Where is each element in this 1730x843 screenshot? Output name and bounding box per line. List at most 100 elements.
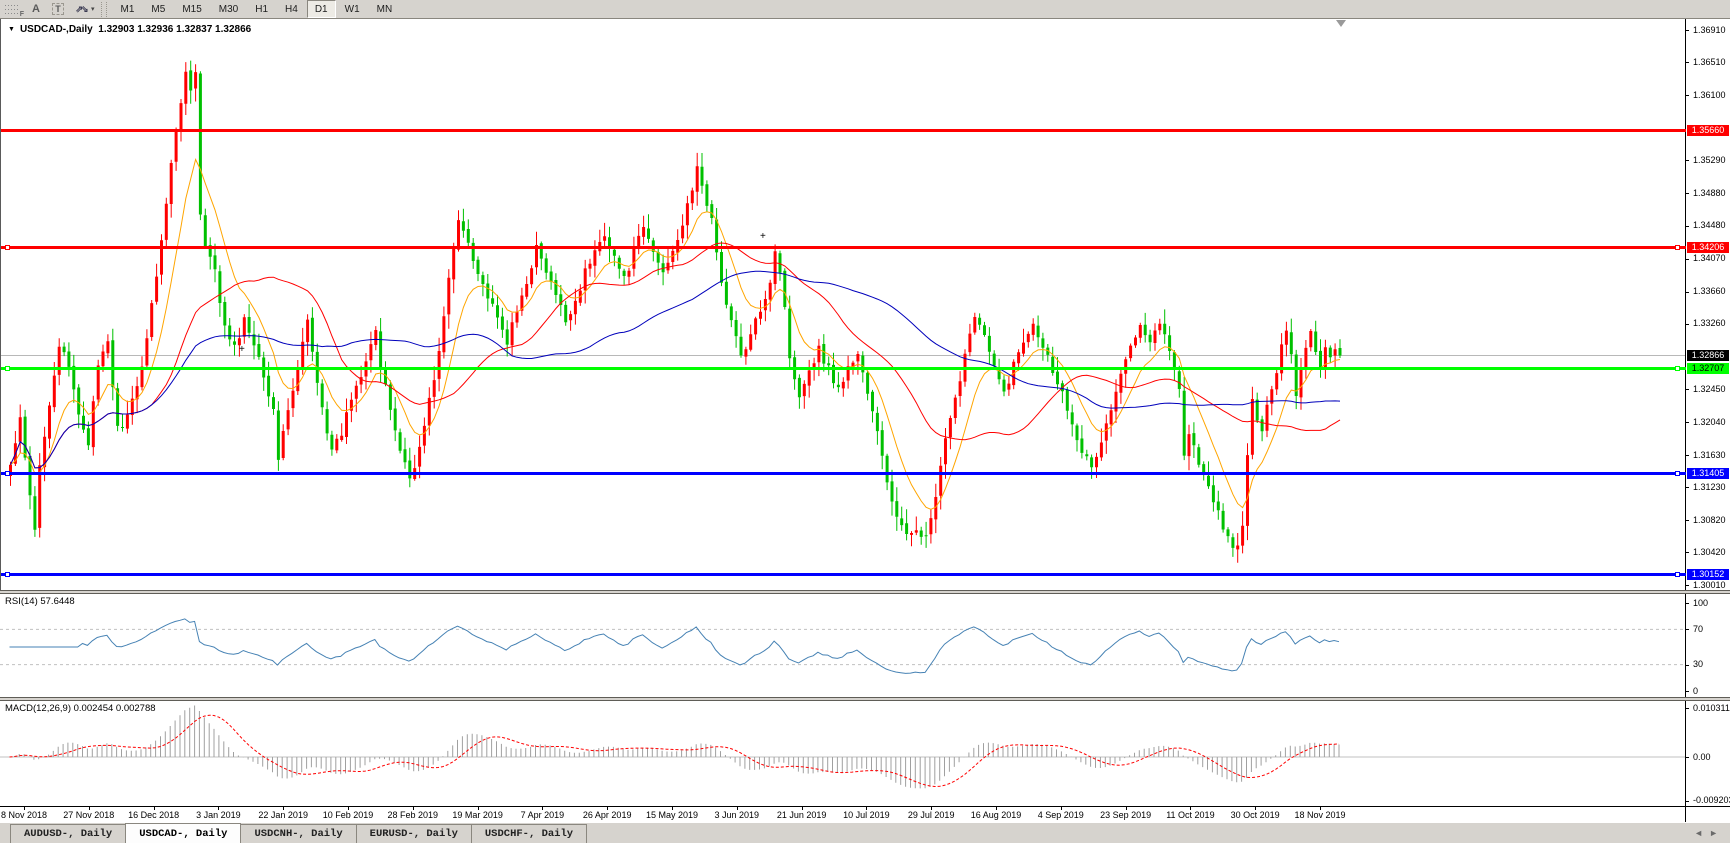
timeframe-button-m5[interactable]: M5 xyxy=(143,0,173,18)
rsi-panel: RSI(14) 57.6448 10070300 xyxy=(0,594,1730,697)
time-axis-label: 11 Oct 2019 xyxy=(1154,810,1226,820)
macd-tick xyxy=(1686,757,1689,758)
price-tick xyxy=(1686,62,1689,63)
macd-axis-label: 0.00 xyxy=(1693,753,1711,762)
time-axis-label: 7 Apr 2019 xyxy=(506,810,578,820)
rsi-axis-label: 70 xyxy=(1693,625,1703,634)
price-tick xyxy=(1686,259,1689,260)
chart-title: ▼USDCAD-,Daily 1.32903 1.32936 1.32837 1… xyxy=(8,24,251,35)
price-axis[interactable]: 1.36910 1.36510 1.36100 1.35290 1.34880 1.344… xyxy=(1685,19,1730,590)
price-axis-label: 1.33660 xyxy=(1693,287,1726,296)
time-axis-label: 16 Aug 2019 xyxy=(960,810,1032,820)
macd-axis[interactable]: 0.010311 0.00 -0.009203 xyxy=(1685,701,1730,806)
line-handle[interactable] xyxy=(1675,471,1680,476)
toolbar-grip[interactable] xyxy=(101,2,107,17)
rsi-tick xyxy=(1686,665,1689,666)
tab-scroll-right-icon[interactable]: ► xyxy=(1709,828,1724,838)
time-axis-label: 3 Jun 2019 xyxy=(701,810,773,820)
cross-marker-icon[interactable]: + xyxy=(239,346,245,354)
time-axis-label: 29 Jul 2019 xyxy=(895,810,967,820)
time-axis-label: 21 Jun 2019 xyxy=(766,810,838,820)
price-axis-label: 1.30420 xyxy=(1693,548,1726,557)
time-axis-label: 23 Sep 2019 xyxy=(1090,810,1162,820)
macd-axis-label: 0.010311 xyxy=(1693,704,1730,713)
timeframe-button-m30[interactable]: M30 xyxy=(211,0,246,18)
price-axis-label: 1.32450 xyxy=(1693,385,1726,394)
time-axis-label: 8 Nov 2018 xyxy=(0,810,60,820)
line-handle[interactable] xyxy=(1675,366,1680,371)
timeframe-button-h1[interactable]: H1 xyxy=(247,0,276,18)
time-axis-label: 22 Jan 2019 xyxy=(247,810,319,820)
macd-axis-label: -0.009203 xyxy=(1693,796,1730,805)
horizontal-level-line-1.31405[interactable] xyxy=(1,472,1686,475)
text-label-icon[interactable]: A xyxy=(25,2,47,17)
price-tick xyxy=(1686,193,1689,194)
price-axis-label: 1.30010 xyxy=(1693,581,1726,590)
cross-marker-icon[interactable]: + xyxy=(760,233,766,241)
line-handle[interactable] xyxy=(5,245,10,250)
line-handle[interactable] xyxy=(5,572,10,577)
time-axis-label: 18 Nov 2019 xyxy=(1284,810,1356,820)
price-tick xyxy=(1686,292,1689,293)
time-axis-label: 10 Feb 2019 xyxy=(312,810,384,820)
price-axis-label: 1.36910 xyxy=(1693,26,1726,35)
time-axis[interactable]: 8 Nov 201827 Nov 201816 Dec 20183 Jan 20… xyxy=(0,806,1730,822)
horizontal-level-line-1.30152[interactable] xyxy=(1,573,1686,576)
arrows-icon[interactable]: ⇗⇘ xyxy=(69,2,93,17)
timeframe-button-m15[interactable]: M15 xyxy=(174,0,209,18)
horizontal-level-line-1.32707[interactable] xyxy=(1,367,1686,370)
timeframe-button-mn[interactable]: MN xyxy=(369,0,401,18)
timeframe-button-h4[interactable]: H4 xyxy=(277,0,306,18)
macd-canvas xyxy=(0,701,1686,806)
price-axis-label: 1.34880 xyxy=(1693,189,1726,198)
macd-tick xyxy=(1686,708,1689,709)
horizontal-level-line-1.34206[interactable] xyxy=(1,246,1686,249)
macd-tick xyxy=(1686,801,1689,802)
fibonacci-icon[interactable]: F xyxy=(3,2,25,17)
price-axis-label: 1.35290 xyxy=(1693,156,1726,165)
symbol-collapse-icon[interactable]: ▼ xyxy=(8,26,15,33)
price-tick xyxy=(1686,30,1689,31)
price-tick xyxy=(1686,389,1689,390)
line-handle[interactable] xyxy=(5,471,10,476)
chart-shift-marker-icon[interactable] xyxy=(1336,20,1346,27)
timeframe-button-d1[interactable]: D1 xyxy=(307,0,336,18)
macd-panel: MACD(12,26,9) 0.002454 0.002788 0.010311… xyxy=(0,701,1730,806)
chart-tab-usdcad-daily[interactable]: USDCAD-, Daily xyxy=(125,823,241,843)
price-tick xyxy=(1686,455,1689,456)
level-price-badge: 1.30152 xyxy=(1687,569,1729,580)
price-axis-label: 1.34480 xyxy=(1693,221,1726,230)
timeframe-button-w1[interactable]: W1 xyxy=(337,0,368,18)
chart-tab-audusd-daily[interactable]: AUDUSD-, Daily xyxy=(10,824,126,843)
timeframe-button-m1[interactable]: M1 xyxy=(113,0,143,18)
price-tick xyxy=(1686,487,1689,488)
time-axis-label: 16 Dec 2018 xyxy=(118,810,190,820)
chart-tab-usdchf-daily[interactable]: USDCHF-, Daily xyxy=(471,824,587,843)
macd-plot[interactable]: MACD(12,26,9) 0.002454 0.002788 xyxy=(0,701,1686,806)
time-axis-corner xyxy=(1685,807,1730,822)
horizontal-level-line-1.35660[interactable] xyxy=(1,129,1686,132)
time-axis-label: 19 Mar 2019 xyxy=(442,810,514,820)
line-handle[interactable] xyxy=(1675,245,1680,250)
price-axis-label: 1.36100 xyxy=(1693,91,1726,100)
level-price-badge: 1.32707 xyxy=(1687,363,1729,374)
level-price-badge: 1.34206 xyxy=(1687,242,1729,253)
rsi-plot[interactable]: RSI(14) 57.6448 xyxy=(0,594,1686,697)
rsi-axis-label: 100 xyxy=(1693,599,1708,608)
main-chart-plot[interactable]: ▼USDCAD-,Daily 1.32903 1.32936 1.32837 1… xyxy=(1,19,1686,590)
chart-tab-usdcnh-daily[interactable]: USDCNH-, Daily xyxy=(240,824,356,843)
price-tick xyxy=(1686,552,1689,553)
tab-scroll-left-icon[interactable]: ◄ xyxy=(1694,828,1709,838)
line-handle[interactable] xyxy=(1675,572,1680,577)
price-axis-label: 1.36510 xyxy=(1693,58,1726,67)
price-axis-label: 1.33260 xyxy=(1693,319,1726,328)
price-axis-label: 1.31230 xyxy=(1693,483,1726,492)
price-tick xyxy=(1686,160,1689,161)
line-handle[interactable] xyxy=(5,366,10,371)
chart-tab-eurusd-daily[interactable]: EURUSD-, Daily xyxy=(356,824,472,843)
time-axis-label: 4 Sep 2019 xyxy=(1025,810,1097,820)
candle-wicks-bearish xyxy=(25,61,1340,557)
rsi-axis[interactable]: 10070300 xyxy=(1685,594,1730,697)
time-axis-label: 15 May 2019 xyxy=(636,810,708,820)
text-box-icon[interactable]: T xyxy=(47,2,69,17)
